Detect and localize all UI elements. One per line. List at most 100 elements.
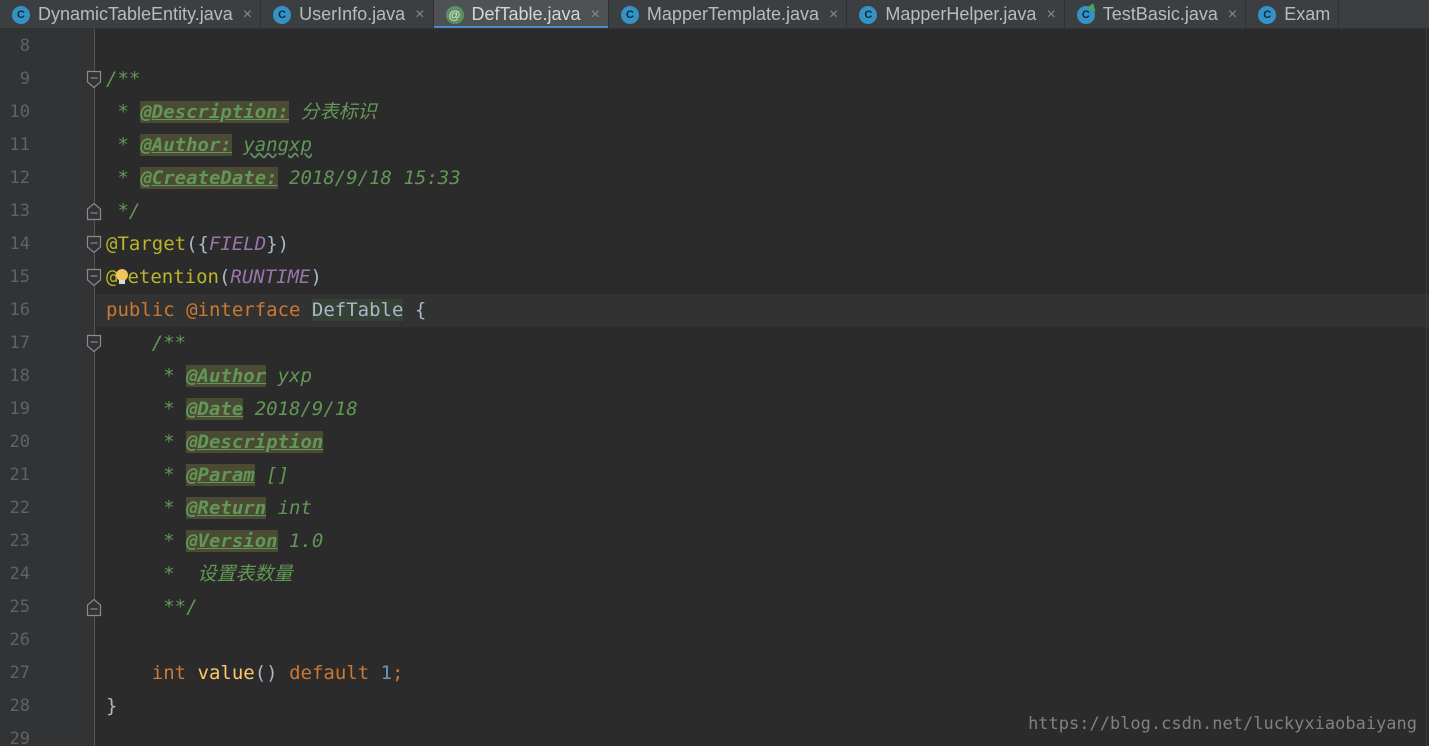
code-token: @Description [186,431,324,453]
line-number: 19 [9,399,30,419]
code-line[interactable]: 18 * @Author yxp [0,360,1429,393]
code-line[interactable]: 11 * @Author: yangxp [0,129,1429,162]
line-number: 23 [9,531,30,551]
code-line[interactable]: 23 * @Version 1.0 [0,525,1429,558]
code-token: @Version [186,530,278,552]
code-text: } [106,690,117,723]
code-token: * [106,431,187,453]
code-text: /** [106,327,186,360]
code-token: * [106,134,141,156]
code-line[interactable]: 25 **/ [0,591,1429,624]
code-token: @Target [106,233,187,255]
code-line[interactable]: 17 /** [0,327,1429,360]
code-token: */ [106,200,141,222]
code-line[interactable]: 8 [0,30,1429,63]
code-token: ({ [186,233,209,255]
code-token: 1 [380,662,393,684]
code-text: * @Author yxp [106,360,312,393]
tab-close-icon[interactable]: × [829,6,838,24]
code-line[interactable]: 12 * @CreateDate: 2018/9/18 15:33 [0,162,1429,195]
fold-end-icon[interactable] [86,202,102,221]
code-line[interactable]: 9 /** [0,63,1429,96]
code-line[interactable]: 24 * 设置表数量 [0,558,1429,591]
code-token: @interface [186,299,312,321]
tab-close-icon[interactable]: × [591,6,600,24]
code-editor[interactable]: 8 9/** 10 * @Description: 分表标识 11 * @Author… [0,29,1429,746]
tab-close-icon[interactable]: × [1046,6,1055,24]
tab-label: TestBasic.java [1102,4,1218,24]
code-token: default [289,662,381,684]
tab-label: DefTable.java [471,4,581,24]
code-token: DefTable [311,299,404,321]
tab-label: Exam [1284,4,1331,24]
code-line[interactable]: 15 @ etention(RUNTIME) [0,261,1429,294]
tab-testbasic-java[interactable]: C TestBasic.java × [1064,0,1247,28]
code-token: * [106,464,187,486]
code-text: * @Date 2018/9/18 [106,393,358,426]
fold-collapse-icon[interactable] [86,334,102,353]
code-line[interactable]: 22 * @Return int [0,492,1429,525]
code-token: * [106,398,187,420]
code-line[interactable]: 21 * @Param [] [0,459,1429,492]
line-number: 10 [9,102,30,122]
line-number: 26 [9,630,30,650]
line-number: 24 [9,564,30,584]
code-text: /** [106,63,140,96]
line-number: 16 [9,300,30,320]
code-text: @ etention(RUNTIME) [106,261,322,294]
tab-label: UserInfo.java [299,4,406,24]
tab-exam[interactable]: C Exam [1246,0,1340,28]
code-text: * @Version 1.0 [106,525,323,558]
code-line[interactable]: 13 */ [0,195,1429,228]
code-line[interactable]: 20 * @Description [0,426,1429,459]
code-token: public [106,299,187,321]
code-text: * @Author: yangxp [106,129,312,162]
line-number: 8 [19,36,30,56]
code-text: * @Param [] [106,459,289,492]
code-token: int [266,497,312,519]
code-token: @Date [186,398,244,420]
code-text: * @Return int [106,492,312,525]
tab-mapperhelper-java[interactable]: C MapperHelper.java × [847,0,1065,28]
fold-end-icon[interactable] [86,598,102,617]
fold-collapse-icon[interactable] [86,235,102,254]
code-token: ( [218,266,231,288]
tab-close-icon[interactable]: × [415,6,424,24]
tab-dynamictableentity-java[interactable]: C DynamicTableEntity.java × [0,0,262,28]
tab-deftable-java[interactable]: @ DefTable.java × [433,0,609,28]
code-text: public @interface DefTable { [106,294,426,327]
tab-userinfo-java[interactable]: C UserInfo.java × [261,0,434,28]
code-token: yangxp [243,134,312,156]
line-number: 15 [9,267,30,287]
fold-collapse-icon[interactable] [86,268,102,287]
code-text: * @Description [106,426,324,459]
code-token: @Author: [140,134,232,156]
fold-collapse-icon[interactable] [86,70,102,89]
line-number: 28 [9,696,30,716]
code-token: @CreateDate: [140,167,278,189]
code-line[interactable]: 14 @Target({FIELD}) [0,228,1429,261]
code-text: */ [106,195,140,228]
code-token: * [106,101,141,123]
code-line[interactable]: 19 * @Date 2018/9/18 [0,393,1429,426]
code-token: @Return [186,497,267,519]
code-token: RUNTIME [230,266,311,288]
code-token: /** [106,332,187,354]
tab-close-icon[interactable]: × [243,6,252,24]
code-line[interactable]: 16 public @interface DefTable { [0,294,1429,327]
class-file-icon: C [620,5,639,24]
code-token: () [254,662,290,684]
code-token: yxp [266,365,312,387]
code-line[interactable]: 10 * @Description: 分表标识 [0,96,1429,129]
tab-mappertemplate-java[interactable]: C MapperTemplate.java × [608,0,848,28]
code-line[interactable]: 27 int value() default 1; [0,657,1429,690]
line-number: 25 [9,597,30,617]
editor-tab-bar: C DynamicTableEntity.java × C UserInfo.java ×… [0,0,1429,29]
code-line[interactable]: 26 [0,624,1429,657]
code-token: * [106,167,141,189]
code-token: etention [127,266,219,288]
tab-close-icon[interactable]: × [1228,6,1237,24]
line-number: 20 [9,432,30,452]
line-number: 11 [9,135,30,155]
